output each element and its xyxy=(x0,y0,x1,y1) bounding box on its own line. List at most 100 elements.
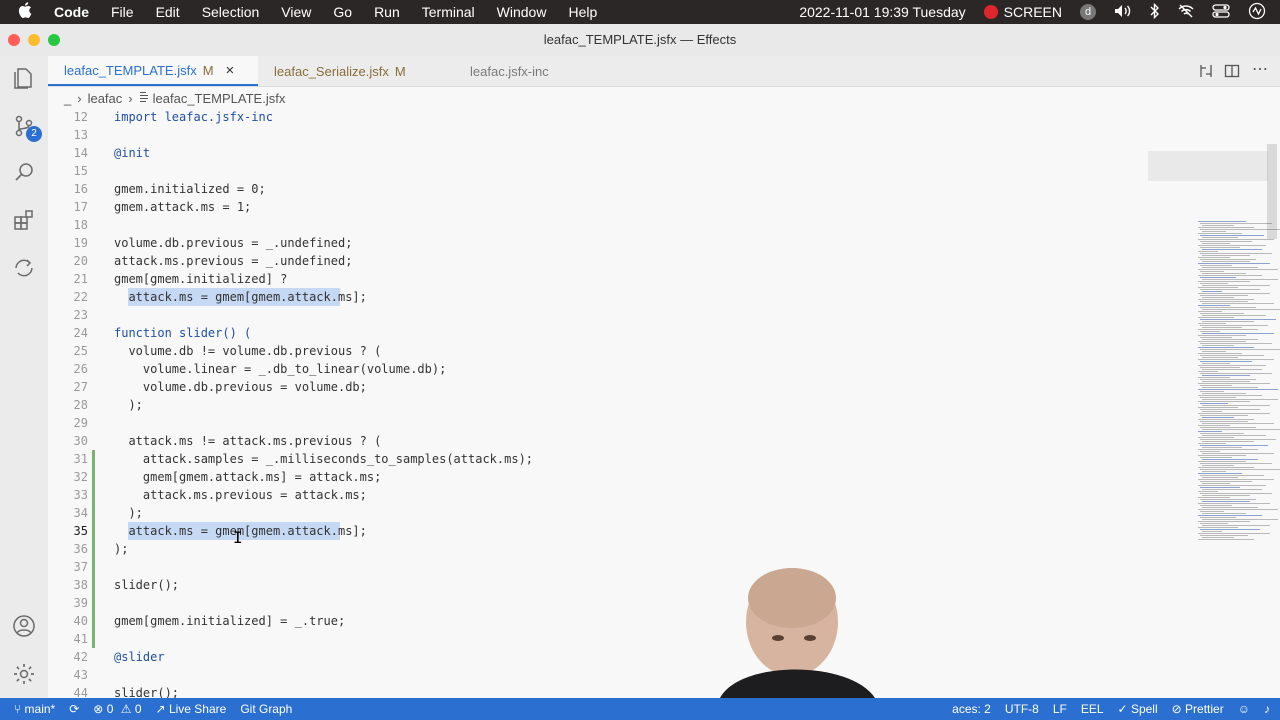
code-line[interactable]: 44 slider(); xyxy=(48,684,1148,698)
code-line[interactable]: 18 xyxy=(48,216,1148,234)
code-line[interactable]: 28 ); xyxy=(48,396,1148,414)
code-line[interactable]: 29 xyxy=(48,414,1148,432)
user-avatar[interactable]: d xyxy=(1080,4,1096,20)
breadcrumb-root[interactable]: _ xyxy=(64,91,71,106)
notifications-bell-icon[interactable]: ♪ xyxy=(1264,702,1270,716)
settings-gear-icon[interactable] xyxy=(12,662,36,686)
menu-go[interactable]: Go xyxy=(333,4,352,20)
control-center-icon[interactable] xyxy=(1212,3,1230,21)
code-text[interactable]: volume.db != volume.db.previous ? ( xyxy=(114,342,381,360)
bluetooth-icon[interactable] xyxy=(1150,2,1160,22)
record-icon[interactable] xyxy=(983,5,998,19)
more-actions-icon[interactable]: ⋯ xyxy=(1252,59,1268,79)
code-line[interactable]: 17 gmem.attack.ms = 1; xyxy=(48,198,1148,216)
code-line[interactable]: 15 xyxy=(48,162,1148,180)
branch-item[interactable]: ⑂ main* xyxy=(14,702,55,716)
code-text[interactable]: ); xyxy=(114,504,142,522)
code-line[interactable]: 36); xyxy=(48,540,1148,558)
code-line[interactable]: 27 volume.db.previous = volume.db; xyxy=(48,378,1148,396)
volume-icon[interactable] xyxy=(1114,4,1132,21)
live-share-item[interactable]: ↗ Live Share xyxy=(156,702,227,716)
code-line[interactable]: 22 attack.ms = gmem[gmem.attack.ms]; xyxy=(48,288,1148,306)
code-text[interactable]: attack.ms = gmem[gmem.attack.ms]; xyxy=(114,288,366,306)
menu-app-name[interactable]: Code xyxy=(54,4,89,20)
problems-item[interactable]: ⊗ 0 ⚠ 0 xyxy=(93,702,141,716)
code-text[interactable]: @init xyxy=(114,144,150,162)
source-control-icon[interactable]: 2 xyxy=(12,114,42,142)
code-line[interactable]: 37 xyxy=(48,558,1148,576)
explorer-icon[interactable] xyxy=(12,66,36,90)
git-graph-label[interactable]: Git Graph xyxy=(240,702,292,716)
menu-run[interactable]: Run xyxy=(374,4,400,20)
code-line[interactable]: 14 @init xyxy=(48,144,1148,162)
scrollbar-thumb[interactable] xyxy=(1267,144,1277,239)
code-text[interactable]: slider(); xyxy=(114,684,179,698)
encoding-item[interactable]: UTF-8 xyxy=(1005,702,1039,716)
code-line[interactable]: 38 slider(); xyxy=(48,576,1148,594)
menu-selection[interactable]: Selection xyxy=(202,4,260,20)
menubar-screen[interactable]: SCREEN xyxy=(1004,4,1062,20)
code-line[interactable]: 35 attack.ms = gmem[gmem.attack.ms]; xyxy=(48,522,1148,540)
code-line[interactable]: 26 volume.linear = _.db_to_linear(volume… xyxy=(48,360,1148,378)
code-line[interactable]: 43 xyxy=(48,666,1148,684)
menu-file[interactable]: File xyxy=(111,4,134,20)
eol-item[interactable]: LF xyxy=(1053,702,1067,716)
minimap-slider[interactable] xyxy=(1148,151,1268,181)
code-text[interactable]: gmem[gmem.initialized] ? xyxy=(114,270,287,288)
siri-icon[interactable] xyxy=(1248,2,1266,23)
spell-item[interactable]: ✓ Spell xyxy=(1118,702,1158,716)
code-text[interactable]: gmem[gmem.attack.ms] = attack.ms; xyxy=(114,468,381,486)
code-text[interactable]: ); xyxy=(114,540,128,558)
feedback-icon[interactable]: ☺ xyxy=(1238,702,1250,716)
code-text[interactable]: gmem[gmem.initialized] = _.true; xyxy=(114,612,345,630)
code-text[interactable]: @slider xyxy=(114,648,165,666)
code-line[interactable]: 13 xyxy=(48,126,1148,144)
wifi-off-icon[interactable] xyxy=(1178,4,1194,21)
menu-help[interactable]: Help xyxy=(568,4,597,20)
tab-leafac-serialize[interactable]: leafac_Serialize.jsfx M xyxy=(258,56,454,86)
menu-terminal[interactable]: Terminal xyxy=(422,4,475,20)
breadcrumb-folder[interactable]: leafac xyxy=(88,91,123,106)
code-line[interactable]: 42 @slider xyxy=(48,648,1148,666)
code-line[interactable]: 41 xyxy=(48,630,1148,648)
code-line[interactable]: 20 attack.ms.previous = _.undefined; xyxy=(48,252,1148,270)
live-share-activity-icon[interactable] xyxy=(12,256,36,280)
apple-icon[interactable] xyxy=(18,1,32,23)
code-line[interactable]: 16 gmem.initialized = 0; xyxy=(48,180,1148,198)
code-line[interactable]: 25 volume.db != volume.db.previous ? ( xyxy=(48,342,1148,360)
code-text[interactable]: attack.ms != attack.ms.previous ? ( xyxy=(114,432,381,450)
language-item[interactable]: EEL xyxy=(1081,702,1104,716)
code-text[interactable]: slider(); xyxy=(114,576,179,594)
code-text[interactable]: import leafac.jsfx-inc xyxy=(114,109,273,126)
code-line[interactable]: 34 ); xyxy=(48,504,1148,522)
tab-leafac-template[interactable]: leafac_TEMPLATE.jsfx M × xyxy=(48,56,258,86)
code-text[interactable]: volume.linear = _.db_to_linear(volume.db… xyxy=(114,360,446,378)
code-text[interactable]: volume.db.previous = volume.db; xyxy=(114,378,367,396)
close-icon[interactable]: × xyxy=(226,62,235,79)
indentation-item[interactable]: aces: 2 xyxy=(952,702,991,716)
code-line[interactable]: 30 attack.ms != attack.ms.previous ? ( xyxy=(48,432,1148,450)
code-text[interactable]: attack.ms.previous = attack.ms; xyxy=(114,486,367,504)
code-line[interactable]: 31 attack.samples = _.milliseconds_to_sa… xyxy=(48,450,1148,468)
sync-icon[interactable]: ⟳ xyxy=(69,702,79,716)
breadcrumb-file[interactable]: leafac_TEMPLATE.jsfx xyxy=(153,91,286,106)
code-text[interactable]: gmem.initialized = 0; xyxy=(114,180,266,198)
menu-view[interactable]: View xyxy=(281,4,311,20)
prettier-item[interactable]: ⊘ Prettier xyxy=(1172,702,1224,716)
menu-edit[interactable]: Edit xyxy=(156,4,180,20)
code-text[interactable]: volume.db.previous = _.undefined; xyxy=(114,234,352,252)
code-text[interactable]: gmem.attack.ms = 1; xyxy=(114,198,251,216)
code-line[interactable]: 40 gmem[gmem.initialized] = _.true; xyxy=(48,612,1148,630)
search-icon[interactable] xyxy=(12,160,36,184)
menu-window[interactable]: Window xyxy=(497,4,547,20)
code-text[interactable]: function slider() ( xyxy=(114,324,251,342)
code-line[interactable]: 19 volume.db.previous = _.undefined; xyxy=(48,234,1148,252)
split-editor-icon[interactable] xyxy=(1224,63,1240,84)
code-line[interactable]: 39 xyxy=(48,594,1148,612)
code-line[interactable]: 12 import leafac.jsfx-inc xyxy=(48,109,1148,126)
code-line[interactable]: 23 xyxy=(48,306,1148,324)
code-text[interactable]: attack.ms.previous = _.undefined; xyxy=(114,252,352,270)
code-line[interactable]: 24 function slider() ( xyxy=(48,324,1148,342)
minimap[interactable] xyxy=(1196,219,1280,549)
tab-leafac-jsfx-inc[interactable]: leafac.jsfx-inc xyxy=(454,56,600,86)
